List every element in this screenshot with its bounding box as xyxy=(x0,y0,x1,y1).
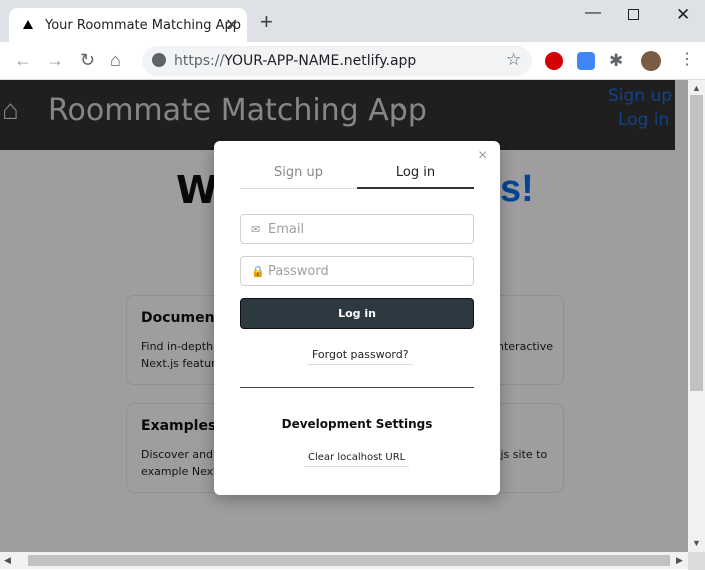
envelope-icon: ✉ xyxy=(251,224,261,236)
scroll-right-arrow-icon[interactable]: ▶ xyxy=(676,555,683,566)
forward-arrow-icon[interactable]: → xyxy=(46,51,64,69)
address-bar[interactable]: https://YOUR-APP-NAME.netlify.app ☆ xyxy=(142,46,532,76)
url-host: YOUR-APP-NAME.netlify.app xyxy=(224,53,417,69)
clear-localhost-url-button[interactable]: Clear localhost URL xyxy=(304,452,410,467)
tab-bar: Your Roommate Matching App ✕ + — ✕ xyxy=(0,0,705,42)
url-text[interactable]: https://YOUR-APP-NAME.netlify.app xyxy=(174,53,416,69)
new-tab-button[interactable]: + xyxy=(260,11,273,33)
tab-close-icon[interactable]: ✕ xyxy=(225,15,238,35)
back-arrow-icon[interactable]: ← xyxy=(14,51,32,69)
window-close-button[interactable]: ✕ xyxy=(676,5,690,25)
divider xyxy=(240,387,474,388)
forgot-password-button[interactable]: Forgot password? xyxy=(308,348,413,365)
auth-tabs: Sign up Log in xyxy=(240,165,474,189)
scrollbar-corner xyxy=(688,552,705,570)
horizontal-scrollbar[interactable]: ◀ ▶ xyxy=(0,552,688,569)
auth-modal: × Sign up Log in ✉ 🔒 Log in Forgot passw… xyxy=(214,141,500,495)
vertical-scrollbar[interactable]: ▲ ▼ xyxy=(688,80,705,552)
maximize-button[interactable] xyxy=(628,9,639,20)
password-input[interactable] xyxy=(268,261,468,281)
lock-icon: 🔒 xyxy=(251,266,265,278)
scroll-left-arrow-icon[interactable]: ◀ xyxy=(4,555,11,566)
browser-toolbar: ← → ↻ ⌂ https://YOUR-APP-NAME.netlify.ap… xyxy=(0,42,705,80)
modal-close-icon[interactable]: × xyxy=(478,147,487,165)
scroll-up-arrow-icon[interactable]: ▲ xyxy=(692,83,701,93)
browser-window: Your Roommate Matching App ✕ + — ✕ ← → ↻… xyxy=(0,0,705,570)
translate-extension-icon[interactable] xyxy=(577,52,595,70)
email-field[interactable]: ✉ xyxy=(240,214,474,244)
minimize-button[interactable]: — xyxy=(585,4,601,22)
profile-avatar[interactable] xyxy=(641,51,661,71)
browser-tab[interactable]: Your Roommate Matching App ✕ xyxy=(9,8,247,42)
email-input[interactable] xyxy=(268,219,468,239)
password-field[interactable]: 🔒 xyxy=(240,256,474,286)
browser-menu-icon[interactable]: ⋮ xyxy=(679,50,695,70)
triangle-favicon-icon xyxy=(23,20,33,29)
bookmark-star-icon[interactable]: ☆ xyxy=(506,50,521,70)
vertical-scroll-thumb[interactable] xyxy=(690,95,703,391)
horizontal-scroll-thumb[interactable] xyxy=(28,555,670,566)
tab-login[interactable]: Log in xyxy=(357,165,474,189)
login-submit-button[interactable]: Log in xyxy=(240,298,474,329)
development-settings-heading: Development Settings xyxy=(281,417,433,431)
tab-title: Your Roommate Matching App xyxy=(45,18,242,33)
extensions-puzzle-icon[interactable]: ✱ xyxy=(609,52,627,70)
home-icon[interactable]: ⌂ xyxy=(110,51,121,69)
globe-icon[interactable] xyxy=(152,53,166,67)
ublock-extension-icon[interactable] xyxy=(545,52,563,70)
scroll-down-arrow-icon[interactable]: ▼ xyxy=(692,538,701,548)
tab-signup[interactable]: Sign up xyxy=(240,165,357,189)
url-scheme: https:// xyxy=(174,53,225,69)
reload-icon[interactable]: ↻ xyxy=(80,51,95,69)
